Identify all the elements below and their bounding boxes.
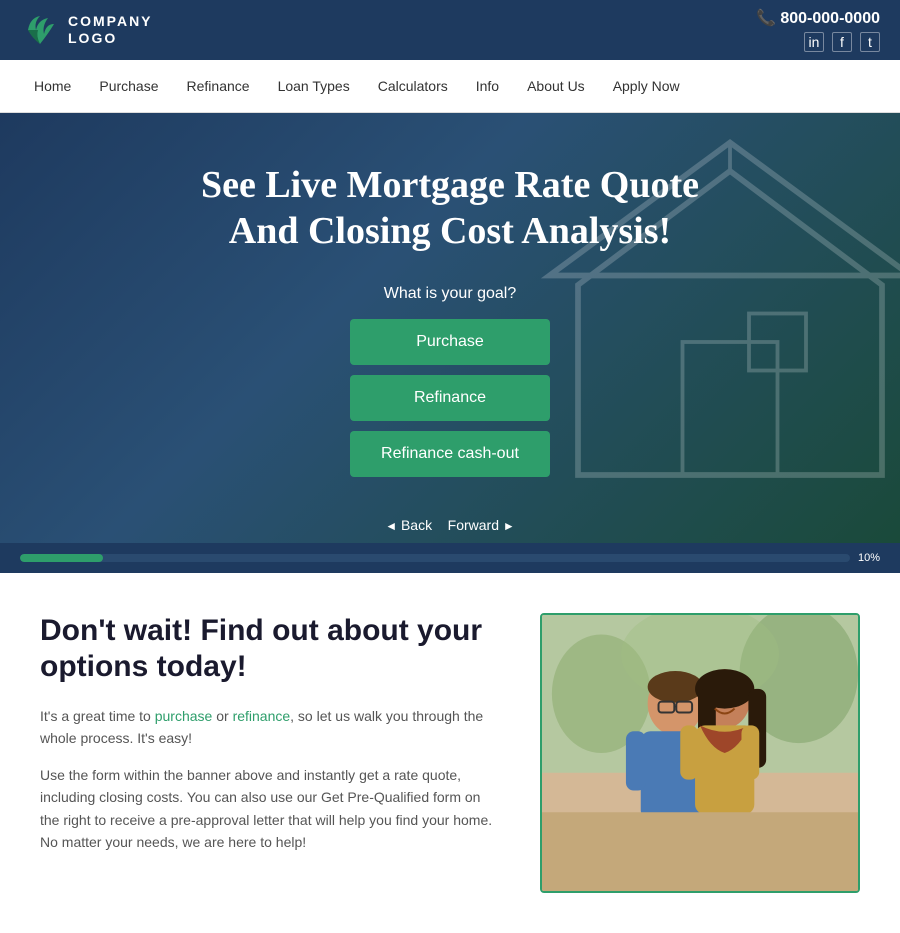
lower-text-area: Don't wait! Find out about your options … xyxy=(40,613,500,867)
lower-paragraph-1: It's a great time to purchase or refinan… xyxy=(40,705,500,750)
linkedin-icon[interactable]: in xyxy=(804,32,824,52)
refinance-link[interactable]: refinance xyxy=(233,708,291,724)
nav-about-us[interactable]: About Us xyxy=(513,60,599,112)
progress-fill xyxy=(20,554,103,562)
refinance-cashout-button[interactable]: Refinance cash-out xyxy=(350,431,550,477)
nav-refinance[interactable]: Refinance xyxy=(173,60,264,112)
hero-content: See Live Mortgage Rate Quote And Closing… xyxy=(181,123,719,496)
nav-purchase[interactable]: Purchase xyxy=(85,60,172,112)
goal-buttons: Purchase Refinance Refinance cash-out xyxy=(201,319,699,477)
couple-image xyxy=(540,613,860,893)
nav-apply-now[interactable]: Apply Now xyxy=(599,60,694,112)
progress-bar-area: 10% xyxy=(0,543,900,573)
refinance-button[interactable]: Refinance xyxy=(350,375,550,421)
progress-track xyxy=(20,554,850,562)
nav-loan-types[interactable]: Loan Types xyxy=(264,60,364,112)
lower-section: Don't wait! Find out about your options … xyxy=(0,573,900,933)
nav-home[interactable]: Home xyxy=(20,60,85,112)
hero-navigation: ◄ Back Forward ► xyxy=(385,517,515,533)
forward-arrow-icon: ► xyxy=(503,519,515,533)
logo-text: COMPANY LOGO xyxy=(68,13,153,47)
twitter-icon[interactable]: t xyxy=(860,32,880,52)
forward-link[interactable]: Forward ► xyxy=(448,517,515,533)
hero-title: See Live Mortgage Rate Quote And Closing… xyxy=(201,163,699,254)
progress-label: 10% xyxy=(858,552,880,564)
hero-question: What is your goal? xyxy=(201,285,699,303)
facebook-icon[interactable]: f xyxy=(832,32,852,52)
back-arrow-icon: ◄ xyxy=(385,519,397,533)
social-icons: in f t xyxy=(804,32,880,52)
purchase-button[interactable]: Purchase xyxy=(350,319,550,365)
lower-heading: Don't wait! Find out about your options … xyxy=(40,613,500,685)
logo-area: COMPANY LOGO xyxy=(20,10,153,50)
phone-number: 📞 800-000-0000 xyxy=(756,8,880,28)
nav-bar: Home Purchase Refinance Loan Types Calcu… xyxy=(0,60,900,113)
top-bar: COMPANY LOGO 📞 800-000-0000 in f t xyxy=(0,0,900,60)
purchase-link[interactable]: purchase xyxy=(155,708,213,724)
nav-calculators[interactable]: Calculators xyxy=(364,60,462,112)
lower-paragraph-2: Use the form within the banner above and… xyxy=(40,764,500,854)
hero-section: See Live Mortgage Rate Quote And Closing… xyxy=(0,113,900,543)
couple-illustration xyxy=(542,613,858,893)
nav-info[interactable]: Info xyxy=(462,60,513,112)
top-right: 📞 800-000-0000 in f t xyxy=(756,8,880,52)
company-logo-icon xyxy=(20,10,60,50)
back-link[interactable]: ◄ Back xyxy=(385,517,436,533)
